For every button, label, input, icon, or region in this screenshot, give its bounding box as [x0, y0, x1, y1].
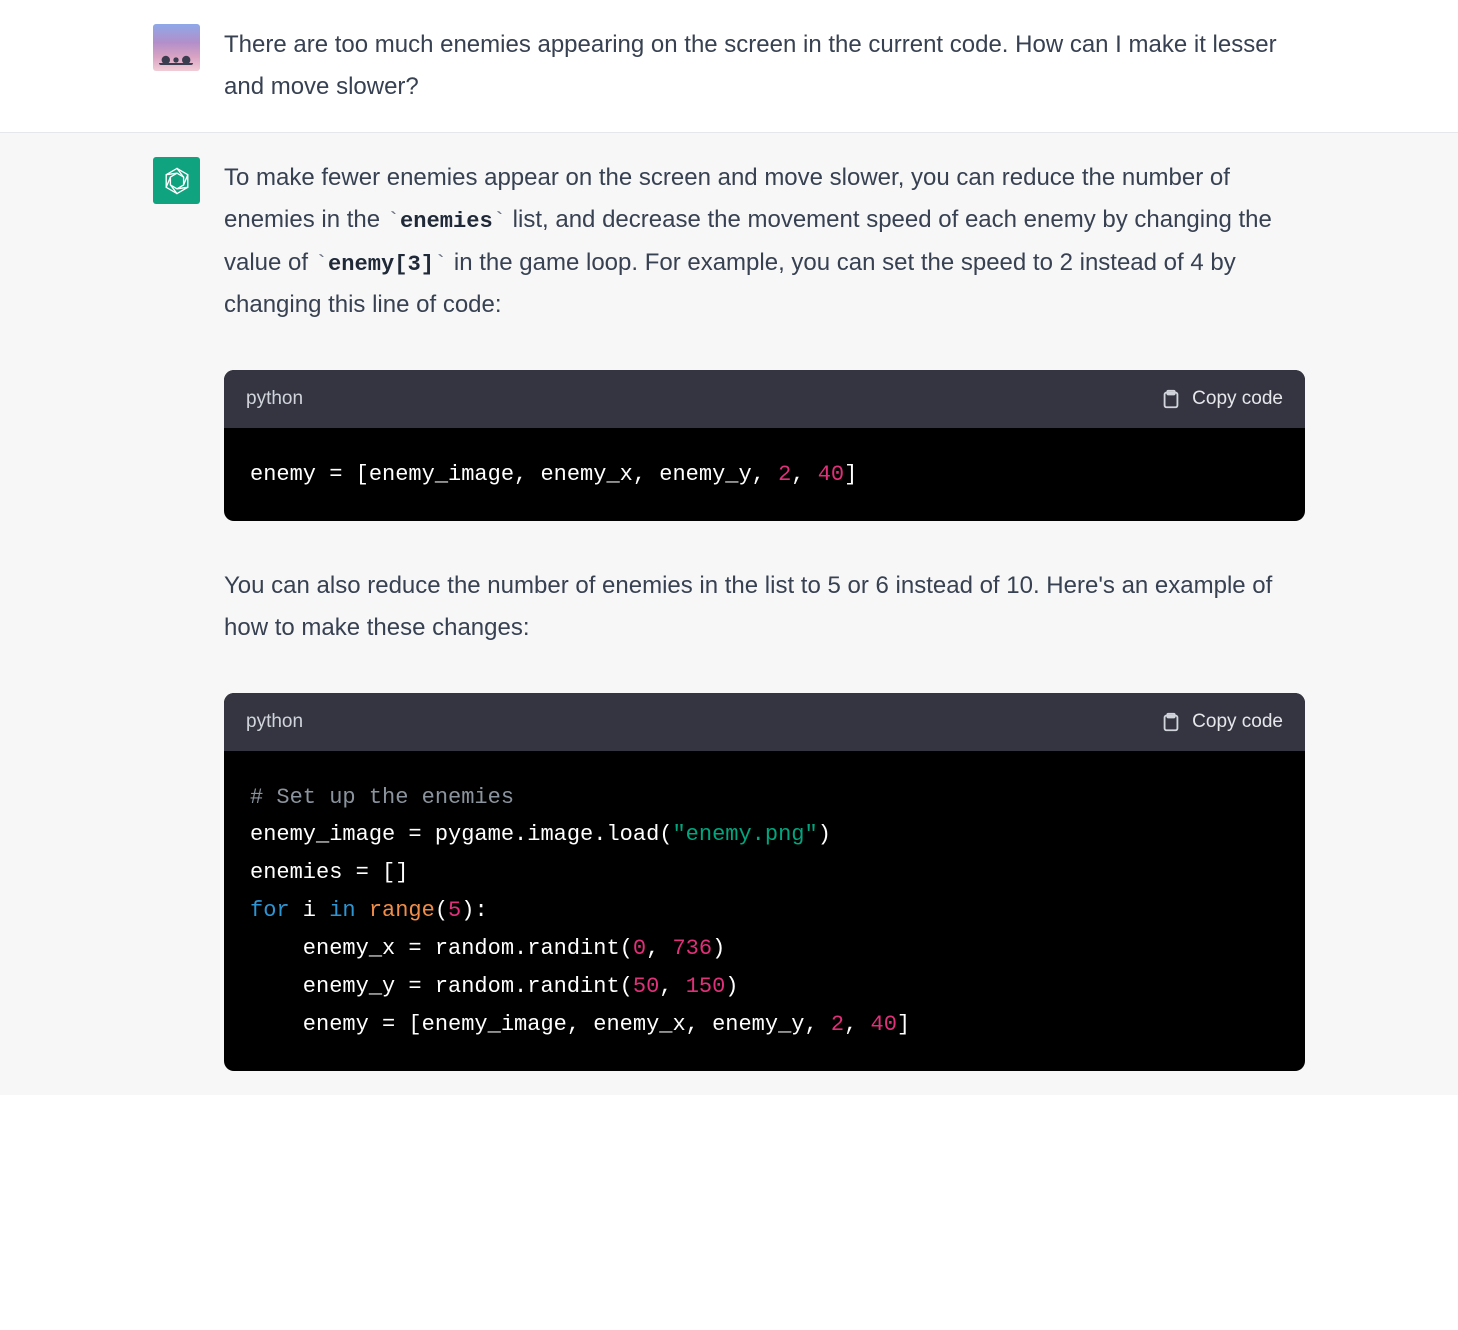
code-header: python Copy code	[224, 370, 1305, 427]
assistant-between-paragraph: You can also reduce the number of enemie…	[224, 565, 1305, 649]
copy-code-label: Copy code	[1192, 705, 1283, 738]
openai-logo-icon	[162, 166, 192, 196]
inline-code-enemy3: enemy[3]	[315, 252, 448, 277]
copy-code-button[interactable]: Copy code	[1160, 382, 1283, 415]
clipboard-icon	[1160, 711, 1182, 733]
copy-code-button[interactable]: Copy code	[1160, 705, 1283, 738]
user-turn: There are too much enemies appearing on …	[0, 0, 1458, 132]
code-block-1: python Copy code enemy = [enemy_image, e…	[224, 370, 1305, 521]
assistant-content: To make fewer enemies appear on the scre…	[224, 157, 1305, 1071]
assistant-intro-paragraph: To make fewer enemies appear on the scre…	[224, 157, 1305, 326]
user-avatar	[153, 24, 200, 71]
clipboard-icon	[1160, 388, 1182, 410]
assistant-turn: To make fewer enemies appear on the scre…	[0, 132, 1458, 1095]
assistant-avatar	[153, 157, 200, 204]
code-header: python Copy code	[224, 693, 1305, 750]
inline-code-enemies: enemies	[387, 209, 506, 234]
code-language-label: python	[246, 705, 303, 738]
user-content: There are too much enemies appearing on …	[224, 24, 1305, 108]
code-block-2: python Copy code # Set up the enemies en…	[224, 693, 1305, 1071]
copy-code-label: Copy code	[1192, 382, 1283, 415]
code-content-1[interactable]: enemy = [enemy_image, enemy_x, enemy_y, …	[224, 428, 1305, 522]
code-language-label: python	[246, 382, 303, 415]
code-content-2[interactable]: # Set up the enemies enemy_image = pygam…	[224, 751, 1305, 1072]
user-question: There are too much enemies appearing on …	[224, 24, 1305, 108]
